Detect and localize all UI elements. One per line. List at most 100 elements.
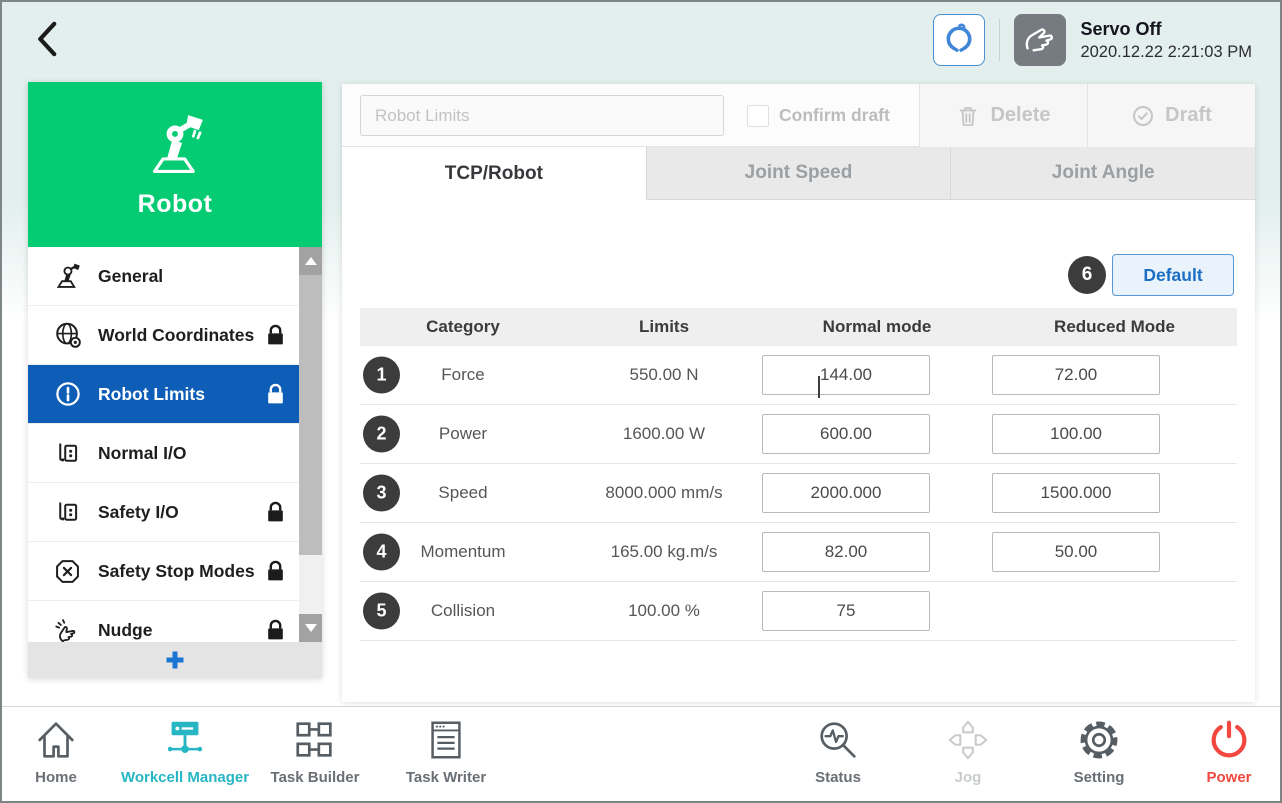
table-header-row: Category Limits Normal mode Reduced Mode [360,308,1237,346]
limits-table: Category Limits Normal mode Reduced Mode… [360,308,1237,641]
callout-badge-3: 3 [363,475,400,512]
sidebar-item-normal-io[interactable]: Normal I/O [28,424,322,483]
sidebar-robot-header[interactable]: Robot [28,82,322,247]
nav-label: Workcell Manager [121,769,249,786]
hand-gesture-icon [1021,21,1059,59]
divider [999,19,1000,61]
lock-icon [265,560,286,583]
force-reduced-input[interactable] [992,355,1160,395]
plus-icon [163,648,187,672]
lock-icon [265,619,286,642]
sidebar-item-safety-io[interactable]: Safety I/O [28,483,322,542]
triangle-down-icon [305,624,317,632]
robot-arm-icon [52,261,83,292]
io-icon [52,497,83,528]
text-cursor [818,376,820,398]
io-icon [52,438,83,469]
teach-pendant-screen: Servo Off 2020.12.22 2:21:03 PM Robot Ge… [0,0,1282,803]
gripper-icon [941,22,977,58]
limit-cell: 165.00 kg.m/s [566,542,762,562]
hand-mode-button[interactable] [1014,14,1066,66]
draft-button[interactable]: Draft [1087,84,1255,147]
limit-cell: 100.00 % [566,601,762,621]
check-circle-icon [1131,104,1155,128]
sidebar-item-nudge[interactable]: Nudge [28,601,322,642]
home-icon [33,717,79,763]
sidebar-scrollbar[interactable] [299,247,322,642]
col-header-category: Category [360,317,566,337]
gripper-button[interactable] [933,14,985,66]
col-header-limits: Limits [566,317,762,337]
item-name-input[interactable] [360,95,724,136]
power-normal-input[interactable] [762,414,930,454]
add-workcell-item-button[interactable] [28,642,322,678]
nav-task-writer[interactable]: Task Writer [371,717,521,786]
bottom-navigation: Home Workcell Manager Task Builder Task … [2,706,1280,801]
table-row-speed: 3 Speed 8000.000 mm/s [360,464,1237,523]
nav-label: Setting [1074,769,1125,786]
globe-icon [52,320,83,351]
nav-jog[interactable]: Jog [893,717,1043,786]
table-row-power: 2 Power 1600.00 W [360,405,1237,464]
power-icon [1206,717,1252,763]
col-header-reduced-mode: Reduced Mode [992,317,1237,337]
status-cluster: Servo Off 2020.12.22 2:21:03 PM [933,10,1252,70]
sidebar-item-label: Safety I/O [98,502,179,523]
delete-button[interactable]: Delete [919,84,1087,147]
nav-label: Home [35,769,77,786]
sidebar-item-label: Safety Stop Modes [98,561,255,582]
nav-power[interactable]: Power [1154,717,1282,786]
nav-task-builder[interactable]: Task Builder [240,717,390,786]
scrollbar-thumb[interactable] [299,275,322,555]
limit-cell: 1600.00 W [566,424,762,444]
jog-icon [945,717,991,763]
momentum-reduced-input[interactable] [992,532,1160,572]
sidebar-menu: General World Coordinates Robot Limits [28,247,322,642]
nav-label: Task Writer [406,769,486,786]
sidebar-item-label: Nudge [98,620,152,641]
stop-circle-icon [52,556,83,587]
task-builder-icon [292,717,338,763]
robot-arm-icon [137,110,213,176]
tab-joint-angle[interactable]: Joint Angle [950,147,1255,200]
speed-reduced-input[interactable] [992,473,1160,513]
table-row-force: 1 Force 550.00 N [360,346,1237,405]
nav-status[interactable]: Status [763,717,913,786]
tab-tcp-robot[interactable]: TCP/Robot [342,147,646,200]
lock-icon [265,383,286,406]
tab-joint-speed[interactable]: Joint Speed [646,147,951,200]
limit-cell: 8000.000 mm/s [566,483,762,503]
workcell-icon [162,717,208,763]
triangle-up-icon [305,257,317,265]
sidebar-item-general[interactable]: General [28,247,322,306]
power-reduced-input[interactable] [992,414,1160,454]
col-header-normal-mode: Normal mode [762,317,992,337]
momentum-normal-input[interactable] [762,532,930,572]
sidebar-item-label: General [98,266,163,287]
sidebar-item-safety-stop-modes[interactable]: Safety Stop Modes [28,542,322,601]
force-normal-input[interactable] [762,355,930,395]
status-icon [815,717,861,763]
sidebar-item-world-coordinates[interactable]: World Coordinates [28,306,322,365]
nav-setting[interactable]: Setting [1024,717,1174,786]
servo-status: Servo Off [1080,19,1252,40]
sidebar-item-robot-limits[interactable]: Robot Limits [28,365,322,424]
back-button[interactable] [28,16,74,62]
sidebar: Robot General World Coordinates [28,82,322,678]
tab-bar: TCP/Robot Joint Speed Joint Angle [342,147,1255,200]
limit-cell: 550.00 N [566,365,762,385]
scroll-up-button[interactable] [299,247,322,275]
callout-badge-5: 5 [363,593,400,630]
sidebar-item-label: Normal I/O [98,443,187,464]
collision-normal-input[interactable] [762,591,930,631]
lock-icon [265,324,286,347]
default-button[interactable]: Default [1112,254,1234,296]
nav-label: Power [1206,769,1251,786]
nav-workcell-manager[interactable]: Workcell Manager [110,717,260,786]
back-arrow-icon [28,18,70,60]
nav-label: Status [815,769,861,786]
confirm-draft-label: Confirm draft [779,105,890,126]
speed-normal-input[interactable] [762,473,930,513]
scroll-down-button[interactable] [299,614,322,642]
confirm-draft-checkbox[interactable] [747,105,769,127]
